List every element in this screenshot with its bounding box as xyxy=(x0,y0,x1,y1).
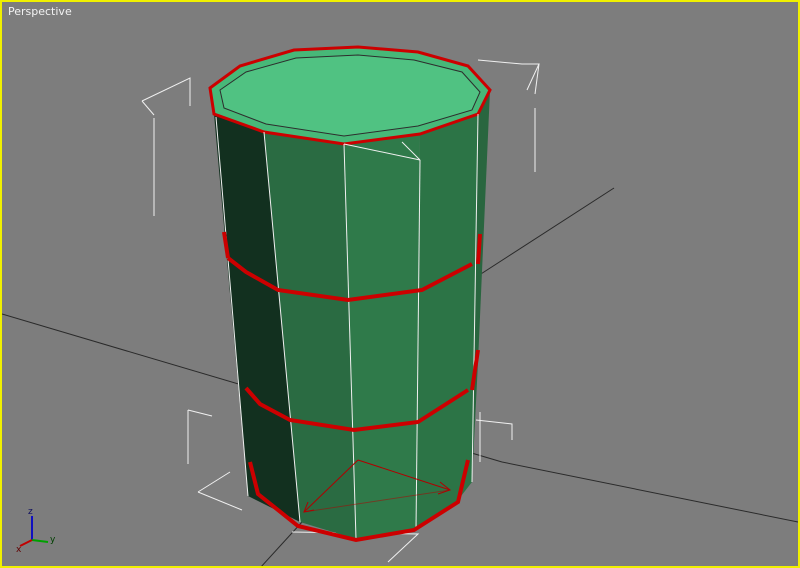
grid-line-y-front xyxy=(261,521,303,566)
cylinder-object[interactable] xyxy=(208,45,492,543)
viewport-label[interactable]: Perspective xyxy=(8,5,72,18)
axis-z-label: z xyxy=(28,507,33,517)
axis-y-label: y xyxy=(50,535,56,545)
side-face-front xyxy=(344,134,420,539)
axis-x-line xyxy=(19,539,33,547)
axis-y-line xyxy=(31,539,49,543)
grid-line-x-right xyxy=(501,461,798,523)
perspective-viewport[interactable]: z y x Perspective xyxy=(0,0,800,568)
axis-x-label: x xyxy=(16,545,22,555)
axis-tripod-icon: z y x xyxy=(16,507,56,555)
viewport-scene[interactable]: z y x xyxy=(2,2,798,566)
side-face-right xyxy=(416,114,478,530)
